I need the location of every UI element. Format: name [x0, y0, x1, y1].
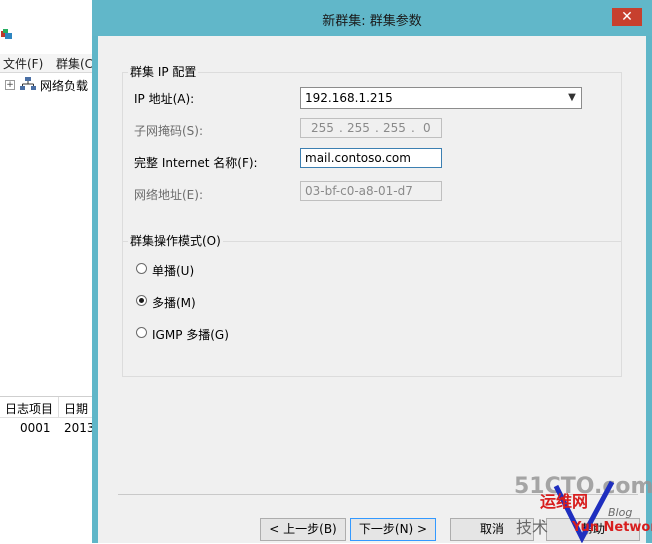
log-cell-entry: 0001 — [20, 421, 51, 435]
mask-dot: . — [339, 121, 343, 135]
tree-expand-icon[interactable]: + — [5, 80, 15, 90]
dialog-title: 新群集: 群集参数 — [322, 14, 422, 29]
background-titlebar — [0, 0, 92, 52]
log-column-entry[interactable]: 日志项目 — [5, 400, 53, 417]
mask-octet-3: 255 — [383, 121, 406, 135]
radio-unicast-label[interactable]: 单播(U) — [152, 262, 194, 279]
chevron-down-icon[interactable]: ▼ — [565, 88, 579, 108]
mask-dot: . — [375, 121, 379, 135]
log-column-separator — [58, 397, 59, 417]
next-button[interactable]: 下一步(N) > — [350, 518, 436, 541]
network-address-field: 03-bf-c0-a8-01-d7 — [300, 181, 442, 201]
operation-mode-group-title: 群集操作模式(O) — [128, 232, 223, 249]
radio-circle-icon[interactable] — [136, 263, 147, 274]
close-icon: ✕ — [621, 9, 633, 25]
full-internet-name-label: 完整 Internet 名称(F): — [134, 156, 258, 170]
watermark-logo: 51CTO.com 运维网 Blog 技术 Yun Network — [512, 470, 652, 543]
network-nodes-icon — [20, 77, 36, 90]
mask-octet-4: 0 — [423, 121, 431, 135]
menu-cluster[interactable]: 群集(C — [56, 55, 93, 72]
network-load-balancing-icon — [1, 29, 12, 39]
log-cell-date: 2013 — [64, 421, 95, 435]
operation-mode-group — [122, 241, 622, 377]
ip-address-value: 192.168.1.215 — [305, 91, 393, 105]
watermark-cn: 运维网 — [540, 492, 589, 511]
full-internet-name-field[interactable]: mail.contoso.com — [300, 148, 442, 168]
log-panel: 日志项目 日期 0001 2013 — [0, 396, 95, 544]
tree-item-nlb[interactable]: 网络负载 — [40, 77, 88, 94]
background-menubar: 文件(F) 群集(C — [0, 54, 93, 73]
mask-dot: . — [411, 121, 415, 135]
log-column-date[interactable]: 日期 — [64, 400, 88, 417]
back-button[interactable]: < 上一步(B) — [260, 518, 346, 541]
background-window: 文件(F) 群集(C + 网络负载 日志项目 日期 0001 2013 — [0, 0, 95, 544]
watermark-tech: 技术 — [516, 518, 549, 537]
menu-file[interactable]: 文件(F) — [3, 55, 43, 72]
close-button[interactable]: ✕ — [612, 8, 642, 26]
mask-octet-2: 255 — [347, 121, 370, 135]
radio-circle-icon[interactable] — [136, 327, 147, 338]
dialog-body: 群集 IP 配置 IP 地址(A): 192.168.1.215 ▼ 子网掩码(… — [98, 36, 646, 543]
subnet-mask-field: 255 . 255 . 255 . 0 — [300, 118, 442, 138]
watermark-blog: Blog — [608, 506, 633, 519]
radio-circle-icon[interactable] — [136, 295, 147, 306]
radio-selected-dot — [139, 298, 144, 303]
subnet-mask-label: 子网掩码(S): — [134, 124, 204, 138]
cluster-tree: + 网络负载 — [0, 74, 92, 394]
network-address-label: 网络地址(E): — [134, 188, 203, 202]
ip-address-combo[interactable]: 192.168.1.215 ▼ — [300, 87, 582, 109]
radio-multicast-label[interactable]: 多播(M) — [152, 294, 196, 311]
ip-address-label: IP 地址(A): — [134, 92, 195, 106]
cluster-ip-group-title: 群集 IP 配置 — [128, 63, 199, 80]
mask-octet-1: 255 — [311, 121, 334, 135]
watermark-network: Yun Network — [572, 520, 652, 535]
new-cluster-dialog: 新群集: 群集参数 ✕ 群集 IP 配置 IP 地址(A): 192.168.1… — [92, 0, 652, 543]
log-header: 日志项目 日期 — [0, 397, 92, 418]
radio-igmp-multicast-label[interactable]: IGMP 多播(G) — [152, 326, 229, 343]
dialog-titlebar[interactable]: 新群集: 群集参数 ✕ — [92, 0, 652, 36]
